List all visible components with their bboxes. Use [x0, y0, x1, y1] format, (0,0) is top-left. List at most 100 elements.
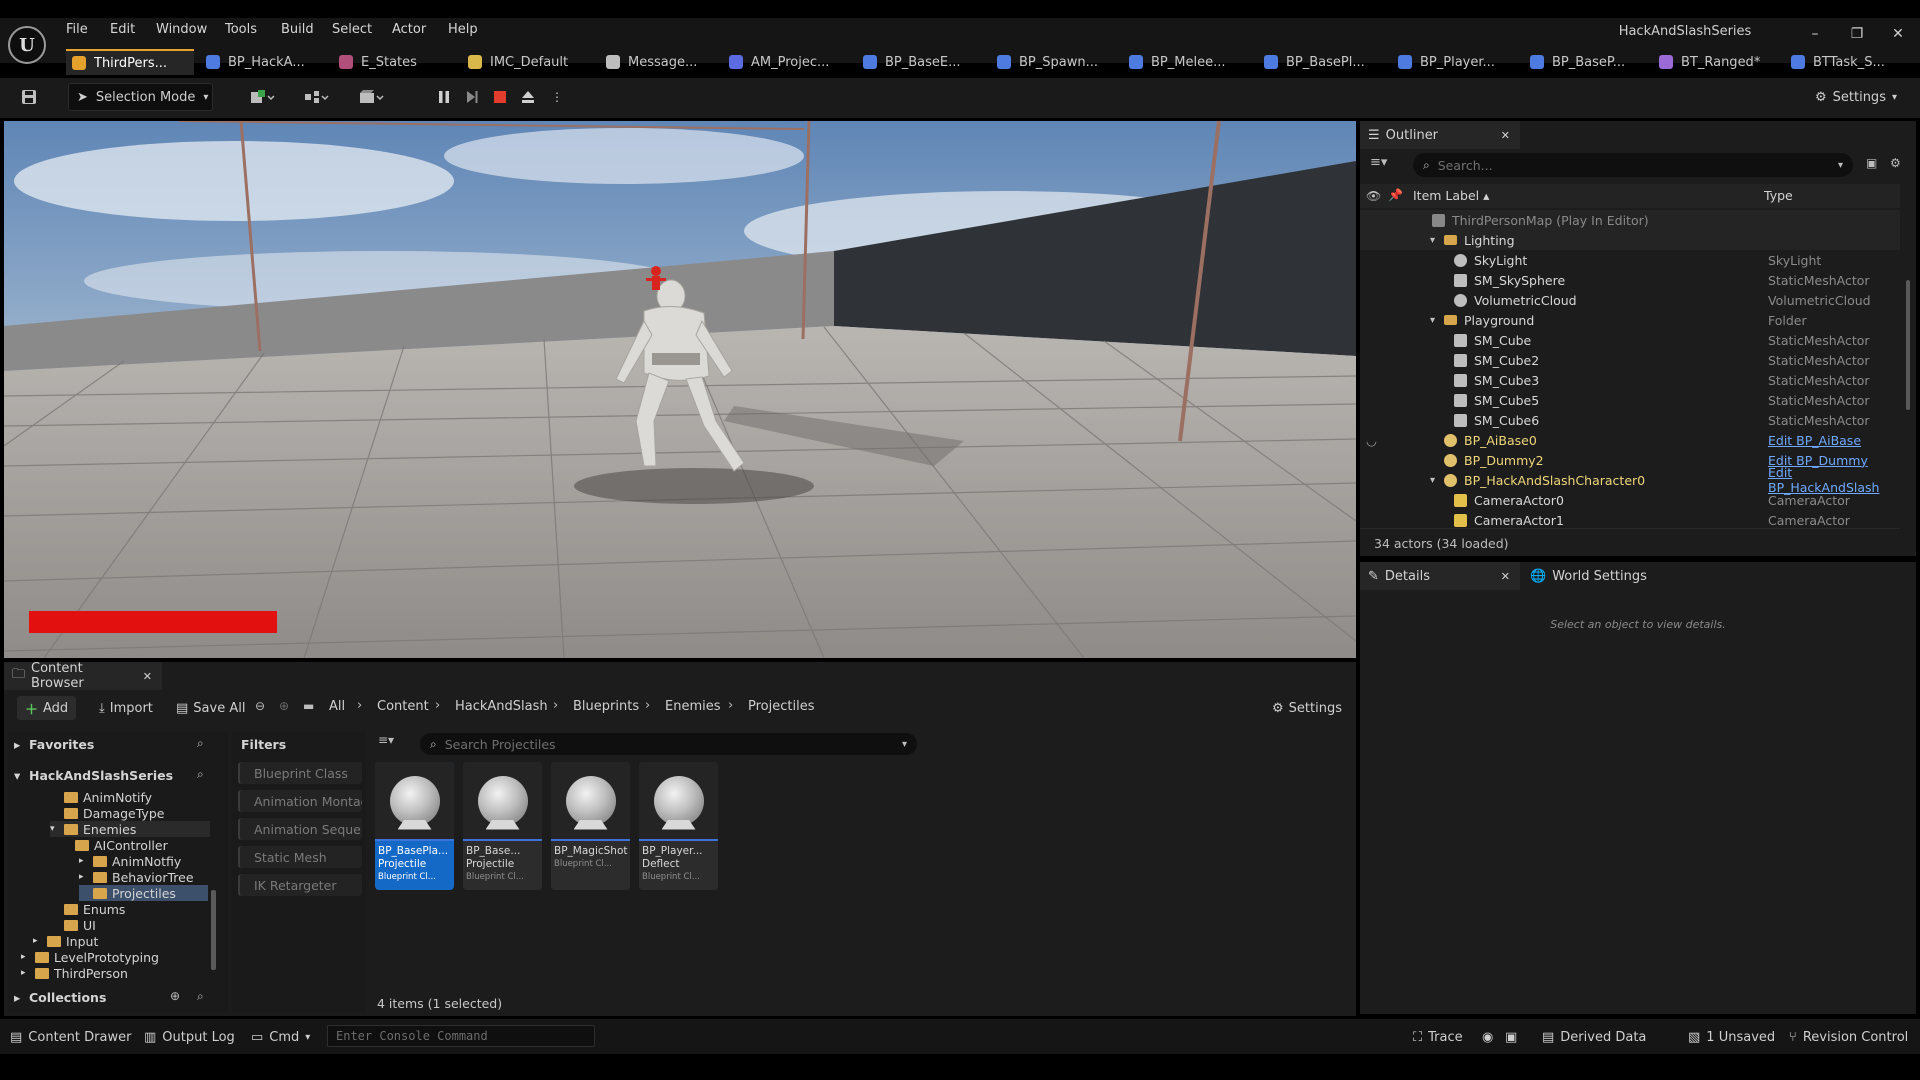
stop-icon[interactable]: [488, 83, 512, 111]
filter-chip[interactable]: Animation Sequence: [238, 818, 362, 840]
folder-tree-item[interactable]: AnimNotify: [50, 789, 152, 805]
trace-button[interactable]: ⛶ Trace: [1413, 1027, 1463, 1047]
asset-tile[interactable]: BP_BasePla... Projectile Blueprint Cl...: [375, 762, 454, 890]
tab-document[interactable]: BP_BaseP...: [1524, 49, 1648, 75]
close-icon[interactable]: ✕: [1501, 570, 1510, 583]
tab-document[interactable]: BP_BaseE...: [857, 49, 985, 75]
cb-settings-button[interactable]: ⚙ Settings: [1264, 696, 1350, 720]
restore-icon[interactable]: ❐: [1847, 26, 1867, 46]
content-drawer-button[interactable]: ▤ Content Drawer: [10, 1027, 131, 1047]
folder-tree-item[interactable]: ▸ LevelPrototyping: [21, 949, 159, 965]
tab-document[interactable]: ThirdPers...: [66, 49, 194, 75]
filter-icon[interactable]: ≡▾: [378, 733, 408, 753]
outliner-row[interactable]: SM_Cube StaticMeshActor: [1360, 330, 1900, 350]
asset-tile[interactable]: BP_Base... Projectile Blueprint Cl...: [463, 762, 542, 890]
tab-document[interactable]: IMC_Default: [462, 49, 594, 75]
breadcrumb-item[interactable]: Content: [377, 699, 429, 714]
tab-document[interactable]: BT_Ranged*: [1653, 49, 1779, 75]
outliner-row[interactable]: ◡ BP_AiBase0 Edit BP_AiBase: [1360, 430, 1900, 450]
tab-document[interactable]: BTTask_S...: [1785, 49, 1915, 75]
favorites-section[interactable]: ▸ Favorites: [14, 737, 94, 752]
folder-tree-item[interactable]: ▸ AnimNotfiy: [79, 853, 181, 869]
tab-details[interactable]: ✎ Details ✕: [1360, 562, 1520, 590]
back-icon[interactable]: ⊖: [255, 699, 265, 713]
filter-chip[interactable]: Blueprint Class: [238, 762, 362, 784]
eye-icon[interactable]: 👁: [1366, 189, 1381, 203]
close-icon[interactable]: ✕: [143, 670, 152, 683]
tab-document[interactable]: BP_Melee...: [1123, 49, 1253, 75]
outliner-row[interactable]: ▾ Lighting: [1360, 230, 1900, 250]
pin-icon[interactable]: 📌: [1388, 188, 1403, 202]
visibility-icon[interactable]: ◡: [1366, 433, 1377, 448]
add-collection-icon[interactable]: ⊕: [170, 989, 180, 1003]
expand-arrow-icon[interactable]: ▾: [1430, 315, 1435, 326]
menu-window[interactable]: Window: [156, 22, 207, 42]
outliner-row[interactable]: SM_SkySphere StaticMeshActor: [1360, 270, 1900, 290]
filter-chip[interactable]: Static Mesh: [238, 846, 362, 868]
outliner-row[interactable]: SkyLight SkyLight: [1360, 250, 1900, 270]
settings-button[interactable]: ⚙ Settings ▾: [1810, 83, 1902, 111]
filter-chip[interactable]: IK Retargeter: [238, 874, 362, 896]
outliner-row[interactable]: SM_Cube2 StaticMeshActor: [1360, 350, 1900, 370]
unsaved-button[interactable]: ▧ 1 Unsaved: [1688, 1027, 1775, 1047]
folder-tree-item[interactable]: Enums: [50, 901, 125, 917]
menu-file[interactable]: File: [66, 22, 88, 42]
filter-chip[interactable]: Animation Montage: [238, 790, 362, 812]
folder-icon[interactable]: ▬: [303, 699, 314, 713]
tab-document[interactable]: BP_Player...: [1392, 49, 1518, 75]
folder-tree-item[interactable]: Projectiles: [79, 885, 208, 901]
outliner-row[interactable]: VolumetricCloud VolumetricCloud: [1360, 290, 1900, 310]
asset-tile[interactable]: BP_MagicShot Blueprint Cl...: [551, 762, 630, 890]
folder-tree-item[interactable]: DamageType: [50, 805, 164, 821]
expand-arrow-icon[interactable]: ▾: [1430, 475, 1435, 486]
menu-edit[interactable]: Edit: [110, 22, 135, 42]
save-icon[interactable]: [14, 83, 44, 111]
menu-build[interactable]: Build: [281, 22, 314, 42]
expand-arrow-icon[interactable]: ▾: [1430, 235, 1435, 246]
record-icon[interactable]: ◉: [1482, 1027, 1493, 1047]
project-root[interactable]: ▾ HackAndSlashSeries: [14, 768, 173, 783]
pause-icon[interactable]: [432, 83, 456, 111]
minimize-icon[interactable]: –: [1805, 26, 1825, 46]
folder-tree-item[interactable]: ▸ Input: [33, 933, 98, 949]
folder-tree-item[interactable]: ▸ ThirdPerson: [21, 965, 128, 981]
tab-content-browser[interactable]: 🗀 Content Browser ✕: [4, 661, 162, 691]
menu-select[interactable]: Select: [332, 22, 372, 42]
folder-tree-item[interactable]: ▾ Enemies: [50, 821, 210, 837]
asset-search-input[interactable]: ⌕ Search Projectiles ▾: [420, 733, 917, 755]
column-type[interactable]: Type: [1764, 188, 1793, 203]
output-log-button[interactable]: ▥ Output Log: [144, 1027, 235, 1047]
breadcrumb-item[interactable]: Projectiles: [748, 699, 814, 714]
outliner-row[interactable]: CameraActor0 CameraActor: [1360, 490, 1900, 510]
menu-tools[interactable]: Tools: [225, 22, 257, 42]
column-item-label[interactable]: Item Label ▴: [1413, 188, 1489, 203]
tab-outliner[interactable]: ☰ Outliner ✕: [1360, 121, 1520, 149]
breadcrumb-item[interactable]: HackAndSlash: [455, 699, 548, 714]
console-input[interactable]: Enter Console Command: [327, 1025, 595, 1047]
cinematics-dropdown-button[interactable]: [352, 83, 392, 111]
filter-icon[interactable]: ≡▾: [1370, 155, 1400, 177]
import-button[interactable]: ⤓ Import: [91, 696, 161, 720]
outliner-row[interactable]: ThirdPersonMap (Play In Editor): [1360, 210, 1900, 230]
tab-document[interactable]: BP_HackA...: [200, 49, 328, 75]
menu-actor[interactable]: Actor: [392, 22, 426, 42]
add-folder-icon[interactable]: ▣: [1866, 156, 1877, 170]
close-icon[interactable]: ✕: [1501, 129, 1510, 142]
save-all-button[interactable]: ▤ Save All: [168, 696, 253, 720]
outliner-row[interactable]: SM_Cube6 StaticMeshActor: [1360, 410, 1900, 430]
breadcrumb-item[interactable]: Blueprints: [573, 699, 639, 714]
step-frame-icon[interactable]: [460, 83, 484, 111]
blueprint-dropdown-button[interactable]: [297, 83, 337, 111]
more-options-icon[interactable]: ⋮: [550, 83, 564, 111]
outliner-row[interactable]: ▾ Playground Folder: [1360, 310, 1900, 330]
folder-tree-item[interactable]: AIController: [61, 837, 168, 853]
folder-tree-item[interactable]: ▸ BehaviorTree: [79, 869, 194, 885]
asset-tile[interactable]: BP_Player... Deflect Blueprint Cl...: [639, 762, 718, 890]
camera-icon[interactable]: ▣: [1505, 1027, 1517, 1047]
selection-mode-dropdown[interactable]: ➤ Selection Mode ▾: [68, 83, 213, 111]
folder-tree-item[interactable]: UI: [50, 917, 96, 933]
tab-document[interactable]: E_States: [333, 49, 457, 75]
outliner-scrollbar[interactable]: [1906, 280, 1910, 410]
cmd-dropdown[interactable]: ▭ Cmd ▾: [251, 1027, 310, 1047]
add-button[interactable]: ＋ Add: [17, 696, 77, 720]
